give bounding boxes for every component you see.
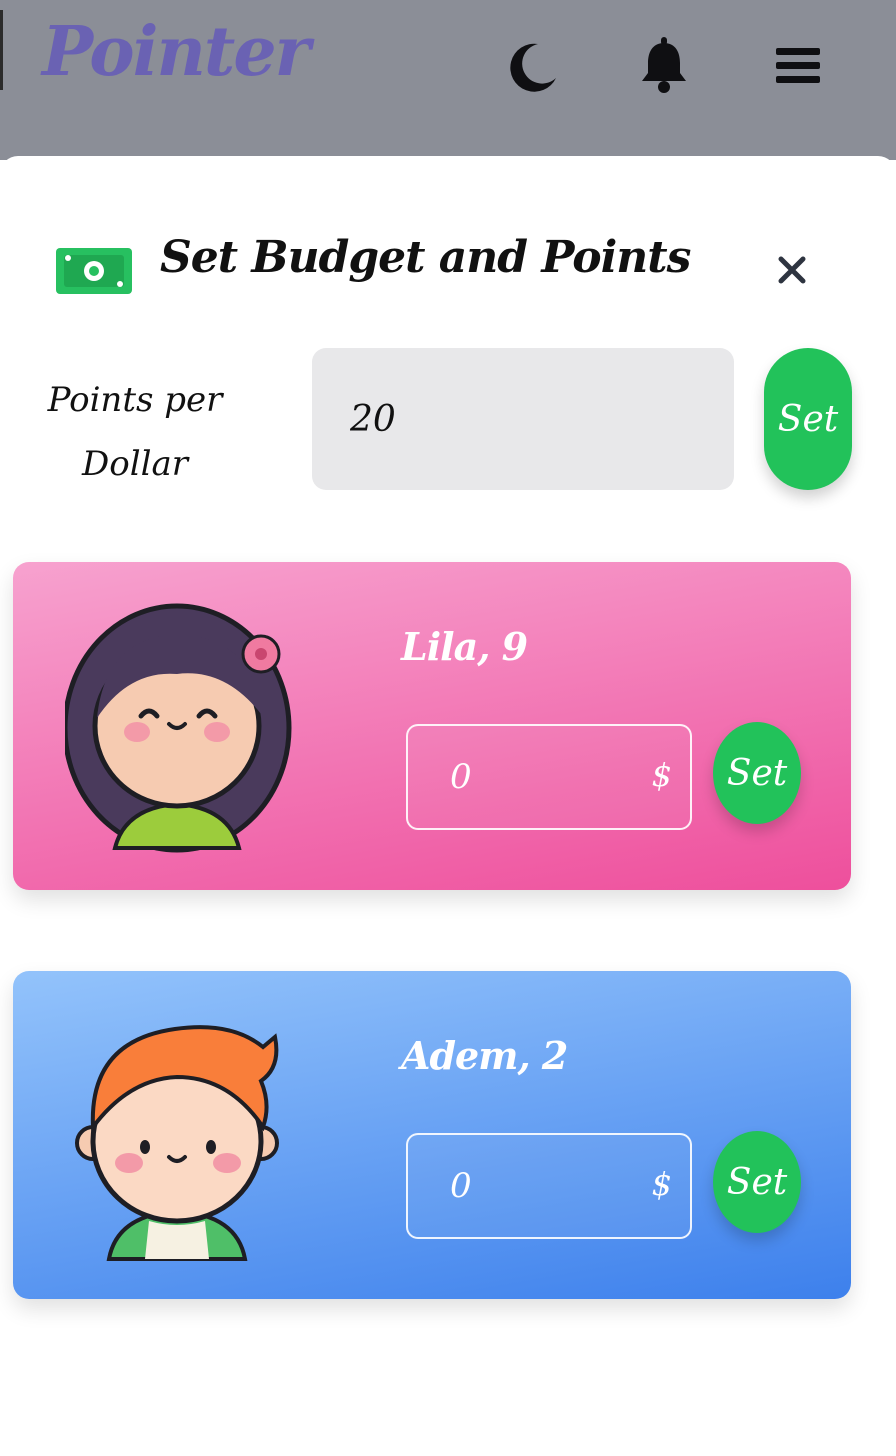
girl-avatar: [62, 598, 305, 858]
budget-set-button[interactable]: Set: [713, 722, 801, 824]
label-line-1: Points per: [47, 380, 223, 420]
budget-field[interactable]: $: [406, 1133, 692, 1239]
money-bill-icon: [54, 246, 134, 296]
currency-symbol: $: [651, 756, 672, 794]
budget-input[interactable]: [408, 1135, 628, 1237]
budget-field[interactable]: $: [406, 724, 692, 830]
menu-icon[interactable]: [768, 34, 828, 98]
app-logo[interactable]: Pointer: [42, 12, 310, 92]
modal-title: Set Budget and Points: [160, 232, 691, 283]
bell-icon[interactable]: [634, 34, 694, 98]
top-bar: Pointer: [0, 0, 896, 160]
child-card-adem: Adem, 2 $ Set: [13, 971, 851, 1299]
child-name: Adem, 2: [401, 1033, 568, 1078]
moon-icon[interactable]: [502, 34, 562, 98]
child-card-lila: Lila, 9 $ Set: [13, 562, 851, 890]
points-set-button[interactable]: Set: [764, 348, 852, 490]
budget-set-button[interactable]: Set: [713, 1131, 801, 1233]
boy-avatar: [65, 1007, 305, 1267]
close-icon[interactable]: [770, 248, 814, 292]
budget-input[interactable]: [408, 726, 628, 828]
currency-symbol: $: [651, 1165, 672, 1203]
points-per-dollar-input[interactable]: [312, 348, 734, 490]
window-edge: [0, 10, 3, 90]
label-line-2: Dollar: [81, 444, 188, 484]
child-name: Lila, 9: [401, 624, 528, 669]
points-per-dollar-label: Points per Dollar: [40, 368, 230, 496]
